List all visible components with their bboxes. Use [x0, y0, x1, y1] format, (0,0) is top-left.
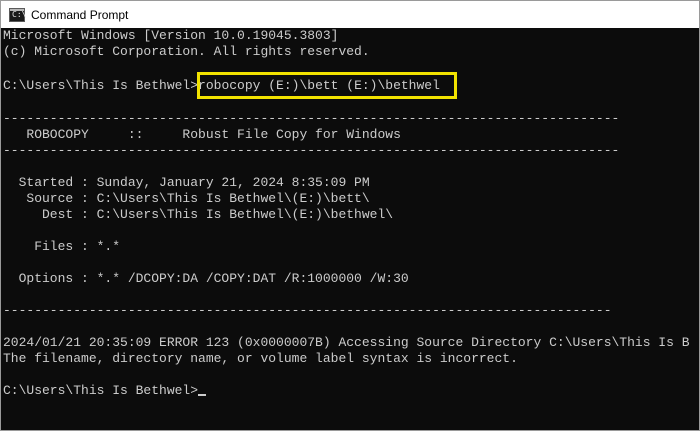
- console-line-dest: Dest : C:\Users\This Is Bethwel\(E:)\bet…: [3, 207, 394, 222]
- console-output[interactable]: Microsoft Windows [Version 10.0.19045.38…: [1, 28, 699, 430]
- current-prompt-path: C:\Users\This Is Bethwel>: [3, 383, 199, 398]
- console-line-options: Options : *.* /DCOPY:DA /COPY:DAT /R:100…: [3, 271, 409, 286]
- console-line-error-message: The filename, directory name, or volume …: [3, 351, 518, 366]
- console-line-copyright: (c) Microsoft Corporation. All rights re…: [3, 44, 370, 59]
- text-cursor: [198, 394, 207, 396]
- command-highlight-box: [197, 72, 457, 99]
- window-title: Command Prompt: [31, 7, 129, 22]
- command-prompt-window: C:\ Command Prompt Microsoft Windows [Ve…: [0, 0, 700, 431]
- console-line-divider-3: ----------------------------------------…: [3, 303, 612, 318]
- console-line-divider-1: ----------------------------------------…: [3, 111, 620, 126]
- cmd-icon: C:\: [9, 7, 26, 22]
- console-line-current-prompt: C:\Users\This Is Bethwel>: [3, 383, 207, 399]
- console-line-version: Microsoft Windows [Version 10.0.19045.38…: [3, 28, 339, 43]
- console-line-robocopy-header: ROBOCOPY :: Robust File Copy for Windows: [3, 127, 401, 142]
- console-line-source: Source : C:\Users\This Is Bethwel\(E:)\b…: [3, 191, 370, 206]
- console-line-divider-2: ----------------------------------------…: [3, 143, 620, 158]
- console-line-error: 2024/01/21 20:35:09 ERROR 123 (0x0000007…: [3, 335, 690, 350]
- title-bar[interactable]: C:\ Command Prompt: [1, 1, 699, 28]
- command-prompt-path: C:\Users\This Is Bethwel>: [3, 78, 199, 93]
- console-line-files: Files : *.*: [3, 239, 121, 254]
- console-line-started: Started : Sunday, January 21, 2024 8:35:…: [3, 175, 370, 190]
